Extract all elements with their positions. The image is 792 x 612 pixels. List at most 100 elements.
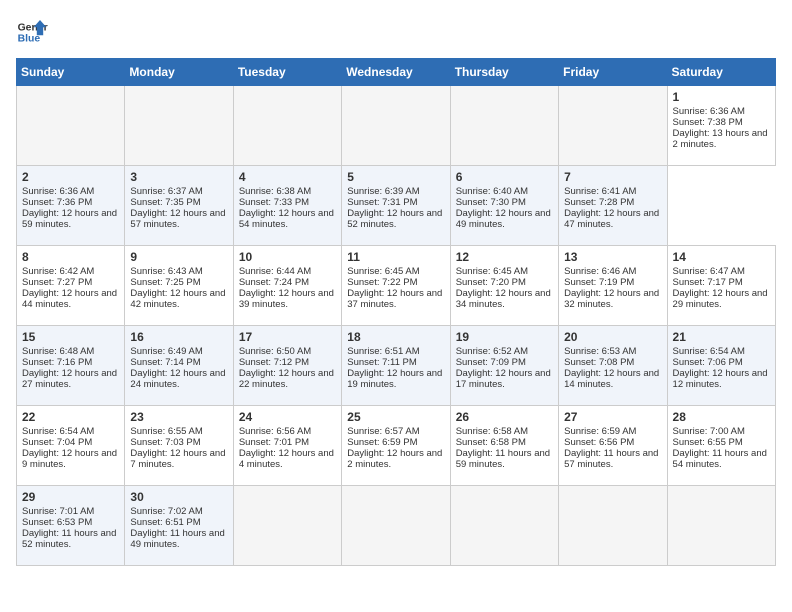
sunset-text: Sunset: 7:19 PM [564,277,634,288]
sunrise-text: Sunrise: 7:02 AM [130,506,202,517]
sunset-text: Sunset: 7:31 PM [347,197,417,208]
day-number: 5 [347,170,444,184]
sunrise-text: Sunrise: 6:49 AM [130,346,202,357]
sunset-text: Sunset: 7:12 PM [239,357,309,368]
calendar-day-20: 20Sunrise: 6:53 AMSunset: 7:08 PMDayligh… [559,326,667,406]
sunrise-text: Sunrise: 6:46 AM [564,266,636,277]
logo: General Blue [16,16,48,48]
calendar-header-tuesday: Tuesday [233,59,341,86]
sunset-text: Sunset: 7:35 PM [130,197,200,208]
empty-cell [233,486,341,566]
day-number: 14 [673,250,770,264]
empty-cell [559,486,667,566]
day-number: 28 [673,410,770,424]
daylight-text: Daylight: 12 hours and 57 minutes. [130,208,225,230]
sunset-text: Sunset: 7:28 PM [564,197,634,208]
empty-cell [450,486,558,566]
calendar-day-3: 3Sunrise: 6:37 AMSunset: 7:35 PMDaylight… [125,166,233,246]
day-number: 1 [673,90,770,104]
calendar-body: 1Sunrise: 6:36 AMSunset: 7:38 PMDaylight… [17,86,776,566]
day-number: 11 [347,250,444,264]
sunset-text: Sunset: 6:59 PM [347,437,417,448]
sunrise-text: Sunrise: 6:38 AM [239,186,311,197]
calendar-week-1: 1 Sunrise: 6:36 AMSunset: 7:38 PMDaylight… [17,86,776,166]
calendar-week-5: 22Sunrise: 6:54 AMSunset: 7:04 PMDayligh… [17,406,776,486]
sunset-text: Sunset: 7:38 PM [673,117,743,128]
calendar-day-18: 18Sunrise: 6:51 AMSunset: 7:11 PMDayligh… [342,326,450,406]
sunrise-text: Sunrise: 6:37 AM [130,186,202,197]
sunrise-text: Sunrise: 6:42 AM [22,266,94,277]
calendar-day-7: 7Sunrise: 6:41 AMSunset: 7:28 PMDaylight… [559,166,667,246]
sunrise-text: Sunrise: 6:54 AM [22,426,94,437]
calendar-day-30: 30Sunrise: 7:02 AMSunset: 6:51 PMDayligh… [125,486,233,566]
day-number: 19 [456,330,553,344]
calendar-day-4: 4Sunrise: 6:38 AMSunset: 7:33 PMDaylight… [233,166,341,246]
sunset-text: Sunset: 7:27 PM [22,277,92,288]
sunset-text: Sunset: 7:24 PM [239,277,309,288]
daylight-text: Daylight: 11 hours and 52 minutes. [22,528,116,550]
logo-icon: General Blue [16,16,48,48]
sunset-text: Sunset: 7:30 PM [456,197,526,208]
sunset-text: Sunset: 6:56 PM [564,437,634,448]
daylight-text: Daylight: 12 hours and 44 minutes. [22,288,117,310]
day-number: 15 [22,330,119,344]
svg-text:Blue: Blue [18,34,41,45]
day-number: 29 [22,490,119,504]
daylight-text: Daylight: 12 hours and 22 minutes. [239,368,334,390]
sunrise-text: Sunrise: 6:44 AM [239,266,311,277]
sunset-text: Sunset: 7:14 PM [130,357,200,368]
daylight-text: Daylight: 13 hours and 2 minutes. [673,128,768,150]
sunrise-text: Sunrise: 6:53 AM [564,346,636,357]
daylight-text: Daylight: 12 hours and 52 minutes. [347,208,442,230]
sunrise-text: Sunrise: 6:51 AM [347,346,419,357]
day-number: 13 [564,250,661,264]
sunset-text: Sunset: 6:53 PM [22,517,92,528]
sunrise-text: Sunrise: 6:41 AM [564,186,636,197]
daylight-text: Daylight: 12 hours and 12 minutes. [673,368,768,390]
sunrise-text: Sunrise: 6:56 AM [239,426,311,437]
calendar-table: SundayMondayTuesdayWednesdayThursdayFrid… [16,58,776,566]
daylight-text: Daylight: 12 hours and 49 minutes. [456,208,551,230]
daylight-text: Daylight: 12 hours and 17 minutes. [456,368,551,390]
daylight-text: Daylight: 12 hours and 37 minutes. [347,288,442,310]
day-number: 6 [456,170,553,184]
sunset-text: Sunset: 7:11 PM [347,357,417,368]
daylight-text: Daylight: 12 hours and 34 minutes. [456,288,551,310]
calendar-day-1: 1 Sunrise: 6:36 AMSunset: 7:38 PMDaylight… [667,86,775,166]
page-header: General Blue [16,16,776,48]
sunrise-text: Sunrise: 6:45 AM [456,266,528,277]
calendar-header-wednesday: Wednesday [342,59,450,86]
sunset-text: Sunset: 6:55 PM [673,437,743,448]
sunrise-text: Sunrise: 6:36 AM [673,106,745,117]
day-number: 22 [22,410,119,424]
daylight-text: Daylight: 11 hours and 54 minutes. [673,448,767,470]
daylight-text: Daylight: 12 hours and 9 minutes. [22,448,117,470]
sunset-text: Sunset: 6:51 PM [130,517,200,528]
sunset-text: Sunset: 7:25 PM [130,277,200,288]
sunset-text: Sunset: 7:22 PM [347,277,417,288]
sunrise-text: Sunrise: 6:55 AM [130,426,202,437]
calendar-day-28: 28 Sunrise: 7:00 AMSunset: 6:55 PMDayligh… [667,406,775,486]
day-number: 30 [130,490,227,504]
sunrise-text: Sunrise: 7:00 AM [673,426,745,437]
day-number: 21 [673,330,770,344]
daylight-text: Daylight: 12 hours and 42 minutes. [130,288,225,310]
daylight-text: Daylight: 12 hours and 39 minutes. [239,288,334,310]
calendar-week-3: 8Sunrise: 6:42 AMSunset: 7:27 PMDaylight… [17,246,776,326]
calendar-day-22: 22Sunrise: 6:54 AMSunset: 7:04 PMDayligh… [17,406,125,486]
day-number: 7 [564,170,661,184]
day-number: 25 [347,410,444,424]
sunset-text: Sunset: 7:16 PM [22,357,92,368]
sunrise-text: Sunrise: 6:57 AM [347,426,419,437]
calendar-day-27: 27Sunrise: 6:59 AMSunset: 6:56 PMDayligh… [559,406,667,486]
calendar-header-sunday: Sunday [17,59,125,86]
calendar-header-row: SundayMondayTuesdayWednesdayThursdayFrid… [17,59,776,86]
sunset-text: Sunset: 7:06 PM [673,357,743,368]
sunrise-text: Sunrise: 6:54 AM [673,346,745,357]
daylight-text: Daylight: 11 hours and 57 minutes. [564,448,658,470]
sunset-text: Sunset: 7:09 PM [456,357,526,368]
calendar-day-25: 25Sunrise: 6:57 AMSunset: 6:59 PMDayligh… [342,406,450,486]
calendar-day-6: 6Sunrise: 6:40 AMSunset: 7:30 PMDaylight… [450,166,558,246]
sunrise-text: Sunrise: 6:39 AM [347,186,419,197]
calendar-day-5: 5 Sunrise: 6:39 AMSunset: 7:31 PMDaylight… [342,166,450,246]
